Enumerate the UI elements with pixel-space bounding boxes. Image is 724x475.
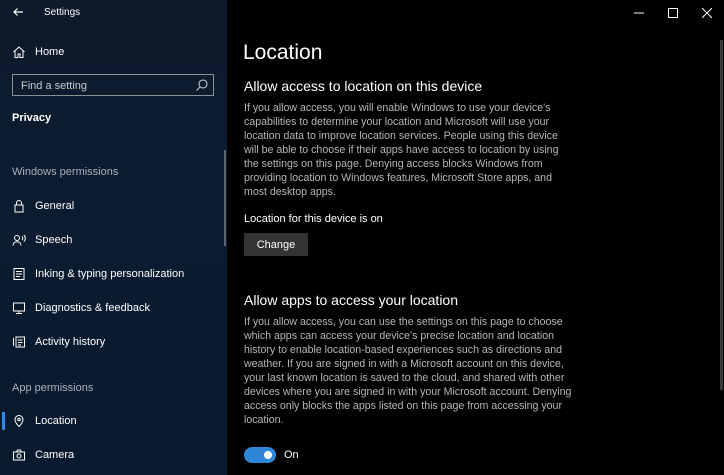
nav-home-label: Home xyxy=(35,46,65,58)
nav-diagnostics[interactable]: Diagnostics & feedback xyxy=(0,293,224,323)
app-title: Settings xyxy=(44,7,81,18)
location-icon xyxy=(11,413,27,429)
app-permissions-header: App permissions xyxy=(12,382,94,394)
nav-home[interactable]: Home xyxy=(0,37,224,67)
apps-access-heading: Allow apps to access your location xyxy=(244,292,458,308)
nav-general[interactable]: General xyxy=(0,191,224,221)
search-input[interactable] xyxy=(19,77,193,95)
close-button[interactable] xyxy=(690,0,724,26)
back-arrow-icon xyxy=(13,8,23,16)
diagnostics-icon xyxy=(11,300,27,316)
apps-access-description: If you allow access, you can use the set… xyxy=(244,316,572,426)
nav-location[interactable]: Location xyxy=(0,406,224,436)
apps-location-toggle[interactable] xyxy=(244,447,276,463)
device-access-heading: Allow access to location on this device xyxy=(244,78,483,94)
section-title: Privacy xyxy=(12,112,52,124)
nav-activity-history-label: Activity history xyxy=(35,336,106,348)
sidebar: Settings Home Privacy Windows permission… xyxy=(0,0,227,475)
nav-camera[interactable]: Camera xyxy=(0,440,224,470)
device-access-description: If you allow access, you will enable Win… xyxy=(244,102,559,198)
page-title: Location xyxy=(243,41,323,64)
lock-icon xyxy=(11,198,27,214)
maximize-button[interactable] xyxy=(656,0,690,26)
change-button[interactable]: Change xyxy=(244,233,308,256)
nav-inking[interactable]: Inking & typing personalization xyxy=(0,259,224,289)
nav-camera-label: Camera xyxy=(35,449,75,461)
content-pane: Location Allow access to location on thi… xyxy=(227,0,724,475)
nav-inking-label: Inking & typing personalization xyxy=(35,268,185,280)
search-icon[interactable] xyxy=(195,78,209,92)
nav-speech[interactable]: Speech xyxy=(0,225,224,255)
window-controls xyxy=(622,0,724,26)
speech-icon xyxy=(11,232,27,248)
activity-history-icon xyxy=(11,334,27,350)
nav-speech-label: Speech xyxy=(35,234,73,246)
nav-general-label: General xyxy=(35,200,75,212)
minimize-icon xyxy=(634,12,644,14)
toggle-state-label: On xyxy=(284,449,299,461)
search-box[interactable] xyxy=(12,74,214,96)
windows-permissions-header: Windows permissions xyxy=(12,166,119,178)
camera-icon xyxy=(11,447,27,463)
maximize-icon xyxy=(668,8,678,18)
nav-activity-history[interactable]: Activity history xyxy=(0,327,224,357)
device-location-status: Location for this device is on xyxy=(244,213,383,225)
title-bar: Settings xyxy=(0,0,227,26)
inking-icon xyxy=(11,266,27,282)
sidebar-scrollbar[interactable] xyxy=(224,150,226,246)
minimize-button[interactable] xyxy=(622,0,656,26)
content-scrollbar[interactable] xyxy=(720,40,723,390)
nav-diagnostics-label: Diagnostics & feedback xyxy=(35,302,150,314)
close-icon xyxy=(702,8,712,18)
toggle-knob xyxy=(264,451,272,459)
nav-location-label: Location xyxy=(35,415,77,427)
back-button[interactable] xyxy=(8,4,28,22)
home-icon xyxy=(11,44,27,60)
